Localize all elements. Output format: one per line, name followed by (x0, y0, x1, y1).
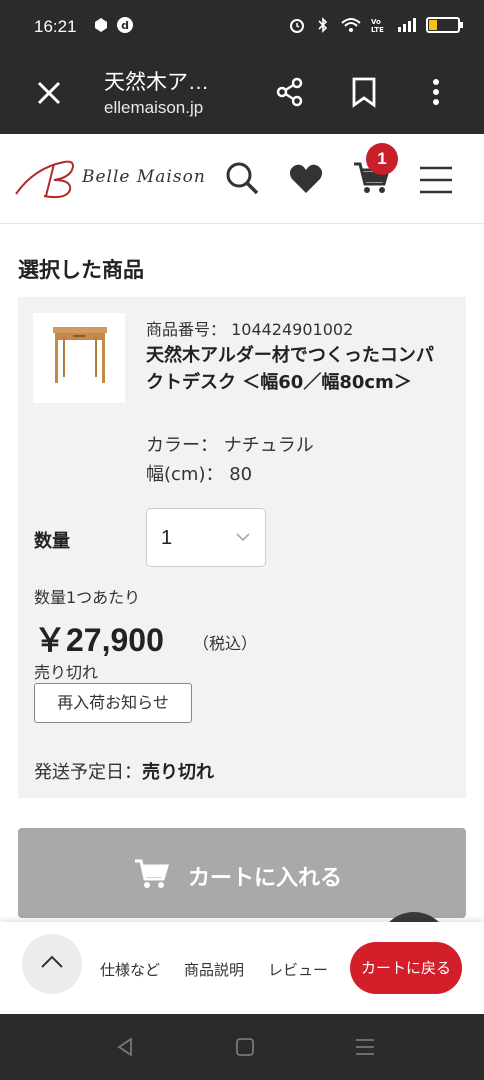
shipping-date: 発送予定日：売り切れ (34, 758, 214, 784)
share-icon[interactable] (274, 76, 306, 108)
recents-nav-icon[interactable] (354, 1036, 376, 1058)
section-title: 選択した商品 (18, 258, 144, 282)
system-icons: Vo LTE (288, 16, 463, 34)
product-width: 幅(cm)： 80 (146, 464, 253, 485)
shipping-label: 発送予定日： (34, 762, 142, 783)
product-color: カラー： ナチュラル (146, 435, 314, 456)
selected-product-card: 商品番号： 104424901002 天然木アルダー材でつくったコンパクトデスク… (18, 297, 466, 798)
shipping-value: 売り切れ (142, 762, 214, 783)
per-unit-label: 数量1つあたり (34, 588, 141, 607)
scroll-top-button[interactable] (22, 934, 82, 994)
chevron-down-icon (236, 533, 250, 542)
android-nav-bar (0, 1014, 484, 1080)
close-icon[interactable] (34, 78, 64, 108)
alarm-icon (290, 19, 304, 33)
logo-text: Belle Maison (82, 167, 206, 187)
status-time: 16:21 (34, 17, 77, 36)
browser-page-title: 天然木ア… (104, 71, 209, 94)
browser-toolbar: 天然木ア… ellemaison.jp (0, 54, 484, 134)
more-vert-icon[interactable] (420, 76, 452, 108)
svg-text:Vo: Vo (371, 18, 381, 26)
search-icon[interactable] (224, 160, 260, 196)
browser-url[interactable]: ellemaison.jp (104, 98, 203, 118)
status-bar: 16:21 d Vo LTE (0, 0, 484, 54)
notification-icons: d (92, 16, 134, 34)
desk-image-icon (53, 327, 107, 383)
quantity-value: 1 (161, 527, 173, 549)
logo-mark-icon (15, 160, 74, 199)
add-to-cart-label: カートに入れる (188, 866, 343, 891)
signal-icon (398, 18, 416, 32)
back-nav-icon[interactable] (114, 1036, 136, 1058)
bluetooth-icon (318, 17, 328, 33)
bottom-nav-bar: 仕様など 商品説明 レビュー カートに戻る (0, 922, 484, 1014)
nav-link-reviews[interactable]: レビュー (268, 959, 328, 980)
cart-icon (135, 859, 170, 888)
wifi-icon (341, 18, 361, 32)
tax-label: （税込） (193, 634, 258, 653)
nav-link-description[interactable]: 商品説明 (184, 959, 244, 980)
volte-icon: VoLTE (371, 18, 384, 34)
menu-icon[interactable] (418, 162, 454, 198)
add-to-cart-button[interactable]: カートに入れる (18, 828, 466, 918)
svg-text:LTE: LTE (371, 26, 384, 34)
bookmark-icon[interactable] (348, 76, 380, 108)
belle-maison-logo[interactable]: Belle Maison (14, 158, 206, 202)
app-notification-icon (95, 18, 107, 32)
battery-icon (426, 17, 463, 33)
heart-icon[interactable] (288, 161, 324, 197)
svg-text:d: d (121, 19, 129, 32)
price: ￥27,900 (34, 622, 164, 658)
chevron-up-icon (41, 955, 63, 968)
cart-count-badge: 1 (366, 143, 398, 175)
home-nav-icon[interactable] (234, 1036, 256, 1058)
product-code: 商品番号： 104424901002 (146, 320, 354, 339)
product-thumbnail[interactable] (33, 313, 125, 403)
quantity-label: 数量 (34, 531, 70, 552)
product-name: 天然木アルダー材でつくったコンパクトデスク ＜幅60／幅80cm＞ (146, 345, 434, 393)
nav-link-specs[interactable]: 仕様など (100, 959, 160, 980)
stock-status: 売り切れ (34, 663, 99, 682)
quantity-select[interactable]: 1 (146, 508, 266, 567)
d-app-icon: d (117, 17, 133, 33)
restock-notify-button[interactable]: 再入荷お知らせ (34, 683, 192, 723)
back-to-cart-button[interactable]: カートに戻る (350, 942, 462, 994)
site-header: Belle Maison (0, 134, 484, 224)
